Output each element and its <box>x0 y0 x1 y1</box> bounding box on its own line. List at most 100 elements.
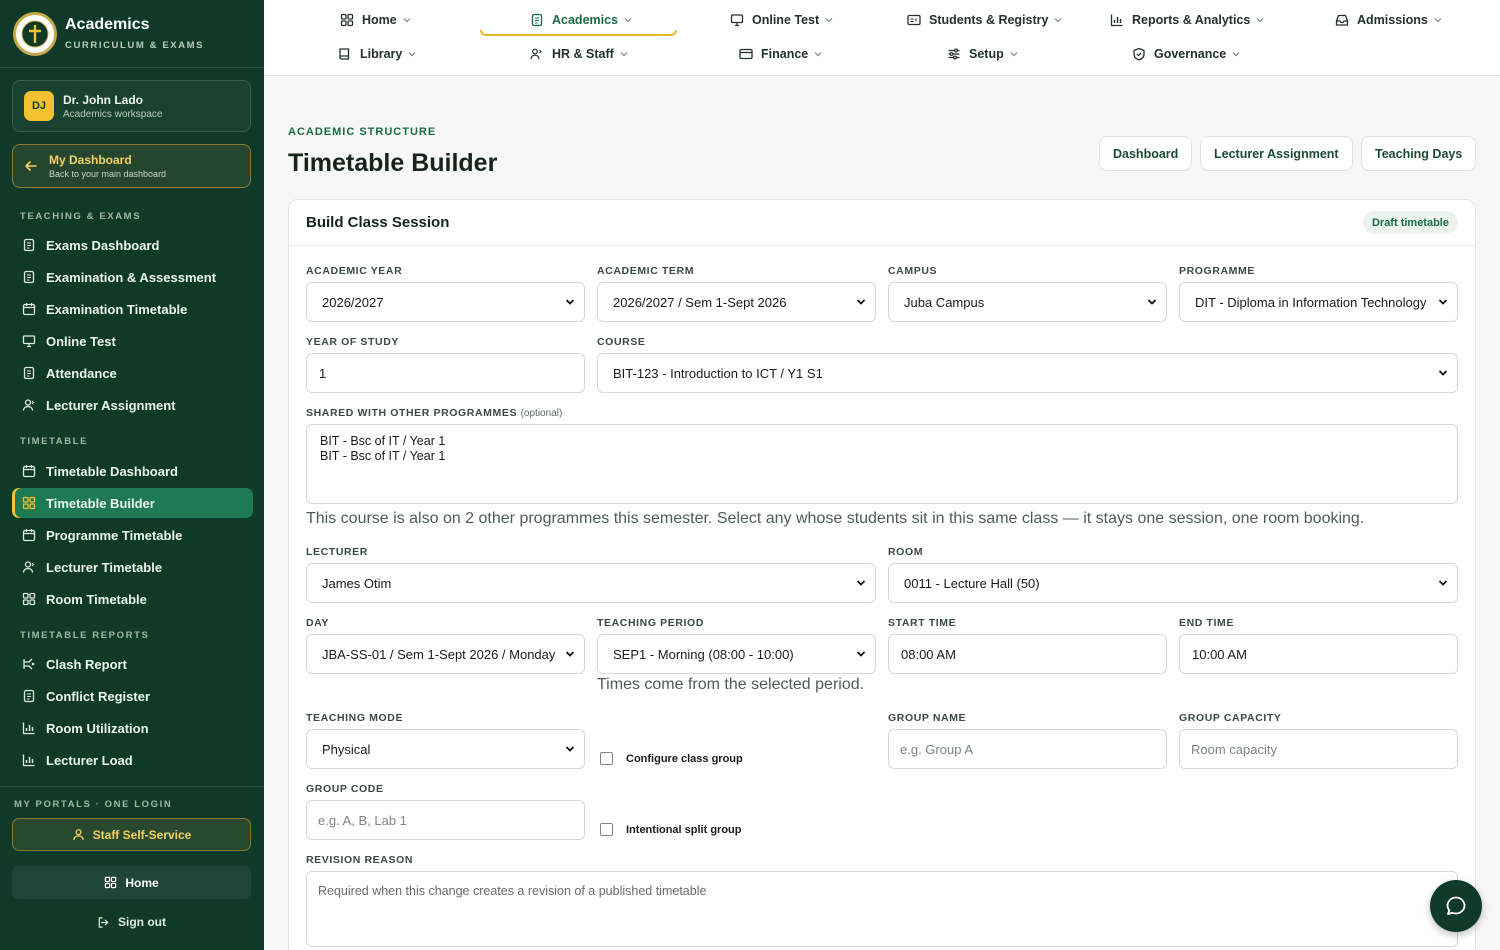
sidebar-item-exams-dashboard[interactable]: Exams Dashboard <box>12 230 253 260</box>
home-button[interactable]: Home <box>12 866 251 899</box>
branch-icon <box>21 656 37 672</box>
end-time-label: END TIME <box>1179 617 1234 629</box>
sidebar-item-examination-assessment[interactable]: Examination & Assessment <box>12 262 253 292</box>
academic-year-label: ACADEMIC YEAR <box>306 265 403 277</box>
document-icon <box>21 688 37 704</box>
topnav-item-reports-analytics[interactable]: Reports & Analytics <box>1110 5 1264 35</box>
sidebar-item-label: Timetable Builder <box>46 495 155 511</box>
user-card[interactable]: DJ Dr. John Lado Academics workspace <box>12 80 251 132</box>
revision-reason-textarea[interactable]: Required when this change creates a revi… <box>306 871 1458 947</box>
end-time-input[interactable]: 10:00 AM <box>1179 634 1458 674</box>
document-icon <box>21 365 37 381</box>
sidebar-item-room-utilization[interactable]: Room Utilization <box>12 713 253 743</box>
group-name-label: GROUP NAME <box>888 712 967 724</box>
sidebar-item-label: Room Timetable <box>46 591 147 607</box>
sign-out-button[interactable]: Sign out <box>12 907 251 937</box>
brand[interactable]: Academics CURRICULUM & EXAMS <box>0 0 264 68</box>
book-icon <box>338 47 352 61</box>
sidebar-item-timetable-builder[interactable]: Timetable Builder <box>12 488 253 518</box>
select-value: James Otim <box>322 575 392 591</box>
academic-term-label: ACADEMIC TERM <box>597 265 695 277</box>
day-select[interactable]: JBA-SS-01 / Sem 1-Sept 2026 / Monday <box>306 634 585 674</box>
sidebar-item-lecturer-load[interactable]: Lecturer Load <box>12 745 253 775</box>
staff-self-service-button[interactable]: Staff Self-Service <box>12 818 251 851</box>
grid-icon <box>21 591 37 607</box>
topnav-item-admissions[interactable]: Admissions <box>1335 5 1442 35</box>
programme-select[interactable]: DIT - Diploma in Information Technology <box>1179 282 1458 322</box>
users-icon <box>530 47 544 61</box>
group-code-input[interactable]: e.g. A, B, Lab 1 <box>306 800 585 840</box>
year-of-study-input[interactable]: 1 <box>306 353 585 393</box>
sliders-icon <box>947 47 961 61</box>
sidebar-item-lecturer-timetable[interactable]: Lecturer Timetable <box>12 552 253 582</box>
start-time-input[interactable]: 08:00 AM <box>888 634 1167 674</box>
sidebar-item-programme-timetable[interactable]: Programme Timetable <box>12 520 253 550</box>
topnav-item-students-registry[interactable]: Students & Registry <box>907 5 1062 35</box>
programme-label: PROGRAMME <box>1179 265 1255 277</box>
shield-icon <box>1132 47 1146 61</box>
sidebar-item-label: Programme Timetable <box>46 527 183 543</box>
topnav-item-library[interactable]: Library <box>338 39 416 69</box>
intentional-split-group-label: Intentional split group <box>626 823 742 836</box>
topnav-item-academics[interactable]: Academics <box>530 5 632 35</box>
group-name-input[interactable]: e.g. Group A <box>888 729 1167 769</box>
room-select[interactable]: 0011 - Lecture Hall (50) <box>888 563 1458 603</box>
chevron-down-icon <box>403 16 411 24</box>
sidebar-item-label: Examination & Assessment <box>46 269 217 285</box>
my-dashboard-button[interactable]: My Dashboard Back to your main dashboard <box>12 144 251 188</box>
lecturer-assignment-button[interactable]: Lecturer Assignment <box>1200 136 1353 171</box>
sidebar-item-examination-timetable[interactable]: Examination Timetable <box>12 294 253 324</box>
chevron-down-icon <box>1054 16 1062 24</box>
topnav-label: Students & Registry <box>929 13 1049 27</box>
topnav-label: HR & Staff <box>552 47 614 61</box>
grid-icon <box>21 495 37 511</box>
lecturer-select[interactable]: James Otim <box>306 563 876 603</box>
section-heading-teaching-exams: TEACHING & EXAMS <box>20 211 142 222</box>
intentional-split-group-checkbox-row[interactable]: Intentional split group <box>600 823 742 836</box>
sidebar-item-lecturer-assignment[interactable]: Lecturer Assignment <box>12 390 253 420</box>
shared-programmes-multiselect[interactable]: BIT - Bsc of IT / Year 1 BIT - Bsc of IT… <box>306 424 1458 504</box>
sidebar-item-label: Clash Report <box>46 656 127 672</box>
topnav-item-setup[interactable]: Setup <box>947 39 1018 69</box>
topnav-item-governance[interactable]: Governance <box>1132 39 1240 69</box>
sidebar-item-label: Attendance <box>46 365 117 381</box>
teaching-mode-select[interactable]: Physical <box>306 729 585 769</box>
topnav-item-hr-staff[interactable]: HR & Staff <box>530 39 628 69</box>
configure-class-group-checkbox-row[interactable]: Configure class group <box>600 752 743 765</box>
shared-programme-option[interactable]: BIT - Bsc of IT / Year 1 <box>320 449 1444 464</box>
group-capacity-input[interactable]: Room capacity <box>1179 729 1458 769</box>
user-icon <box>21 559 37 575</box>
chat-button[interactable] <box>1430 880 1482 932</box>
chevron-down-icon <box>1232 50 1240 58</box>
chevron-down-icon <box>624 16 632 24</box>
topnav-item-finance[interactable]: Finance <box>739 39 822 69</box>
topnav-item-online-test[interactable]: Online Test <box>730 5 833 35</box>
intentional-split-group-checkbox[interactable] <box>600 823 613 836</box>
sidebar: Academics CURRICULUM & EXAMS DJ Dr. John… <box>0 0 264 950</box>
configure-class-group-checkbox[interactable] <box>600 752 613 765</box>
shared-programme-option[interactable]: BIT - Bsc of IT / Year 1 <box>320 434 1444 449</box>
topnav-label: Setup <box>969 47 1004 61</box>
sidebar-item-clash-report[interactable]: Clash Report <box>12 649 253 679</box>
dashboard-button[interactable]: Dashboard <box>1099 136 1193 171</box>
chevron-down-icon <box>1438 368 1448 378</box>
academic-term-select[interactable]: 2026/2027 / Sem 1-Sept 2026 <box>597 282 876 322</box>
brand-name: Academics <box>65 16 150 33</box>
sidebar-item-room-timetable[interactable]: Room Timetable <box>12 584 253 614</box>
my-dashboard-title: My Dashboard <box>49 153 132 167</box>
sidebar-item-timetable-dashboard[interactable]: Timetable Dashboard <box>12 456 253 486</box>
teaching-days-button[interactable]: Teaching Days <box>1361 136 1477 171</box>
sidebar-item-conflict-register[interactable]: Conflict Register <box>12 681 253 711</box>
campus-select[interactable]: Juba Campus <box>888 282 1167 322</box>
sidebar-item-attendance[interactable]: Attendance <box>12 358 253 388</box>
chevron-down-icon <box>1438 297 1448 307</box>
chevron-down-icon <box>825 16 833 24</box>
sidebar-item-online-test[interactable]: Online Test <box>12 326 253 356</box>
academic-year-select[interactable]: 2026/2027 <box>306 282 585 322</box>
topnav-item-home[interactable]: Home <box>340 5 411 35</box>
course-select[interactable]: BIT-123 - Introduction to ICT / Y1 S1 <box>597 353 1458 393</box>
topnav-label: Online Test <box>752 13 820 27</box>
sign-out-icon <box>97 916 110 929</box>
document-icon <box>21 269 37 285</box>
teaching-period-select[interactable]: SEP1 - Morning (08:00 - 10:00) <box>597 634 876 674</box>
